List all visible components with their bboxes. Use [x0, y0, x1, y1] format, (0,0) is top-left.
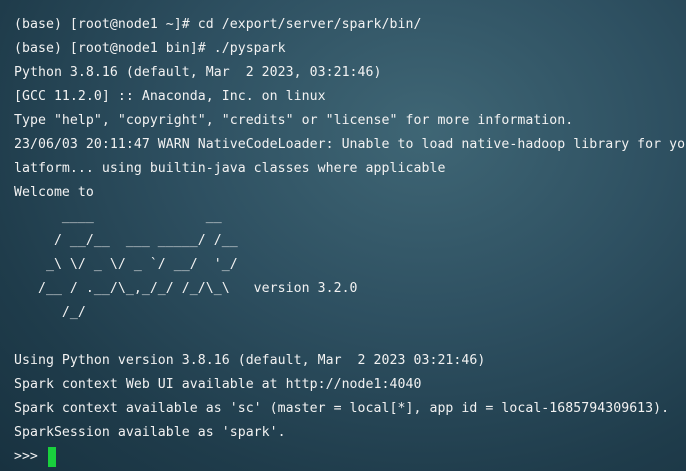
spark-logo-line-1: ____ __ — [14, 209, 222, 224]
terminal-line-pyspark-command: (base) [root@node1 bin]# ./pyspark — [14, 41, 286, 56]
terminal-line-web-ui: Spark context Web UI available at http:/… — [14, 377, 422, 392]
terminal-line-python-version: Python 3.8.16 (default, Mar 2 2023, 03:2… — [14, 65, 382, 80]
spark-logo-line-4-version: /__ / .__/\_,_/_/ /_/\_\ version 3.2.0 — [14, 281, 358, 296]
terminal-output: (base) [root@node1 ~]# cd /export/server… — [14, 13, 686, 469]
terminal-line-spark-session: SparkSession available as 'spark'. — [14, 425, 286, 440]
terminal-window[interactable]: (base) [root@node1 ~]# cd /export/server… — [0, 0, 686, 471]
spark-logo-line-5: /_/ — [14, 305, 86, 320]
terminal-line-gcc-info: [GCC 11.2.0] :: Anaconda, Inc. on linux — [14, 89, 326, 104]
terminal-line-help-hint: Type "help", "copyright", "credits" or "… — [14, 113, 574, 128]
terminal-line-spark-context: Spark context available as 'sc' (master … — [14, 401, 670, 416]
terminal-line-using-python: Using Python version 3.8.16 (default, Ma… — [14, 353, 486, 368]
python-prompt-line[interactable]: >>> — [14, 445, 680, 469]
text-cursor[interactable] — [47, 447, 56, 467]
terminal-line-warn-continued: latform... using builtin-java classes wh… — [14, 161, 446, 176]
python-prompt: >>> — [14, 449, 46, 464]
terminal-line-cd-command: (base) [root@node1 ~]# cd /export/server… — [14, 17, 422, 32]
spark-logo-line-3: _\ \/ _ \/ _ `/ __/ '_/ — [14, 257, 238, 272]
spark-logo-line-2: / __/__ ___ _____/ /__ — [14, 233, 238, 248]
terminal-line-welcome: Welcome to — [14, 185, 94, 200]
terminal-line-warn: 23/06/03 20:11:47 WARN NativeCodeLoader:… — [14, 137, 686, 152]
